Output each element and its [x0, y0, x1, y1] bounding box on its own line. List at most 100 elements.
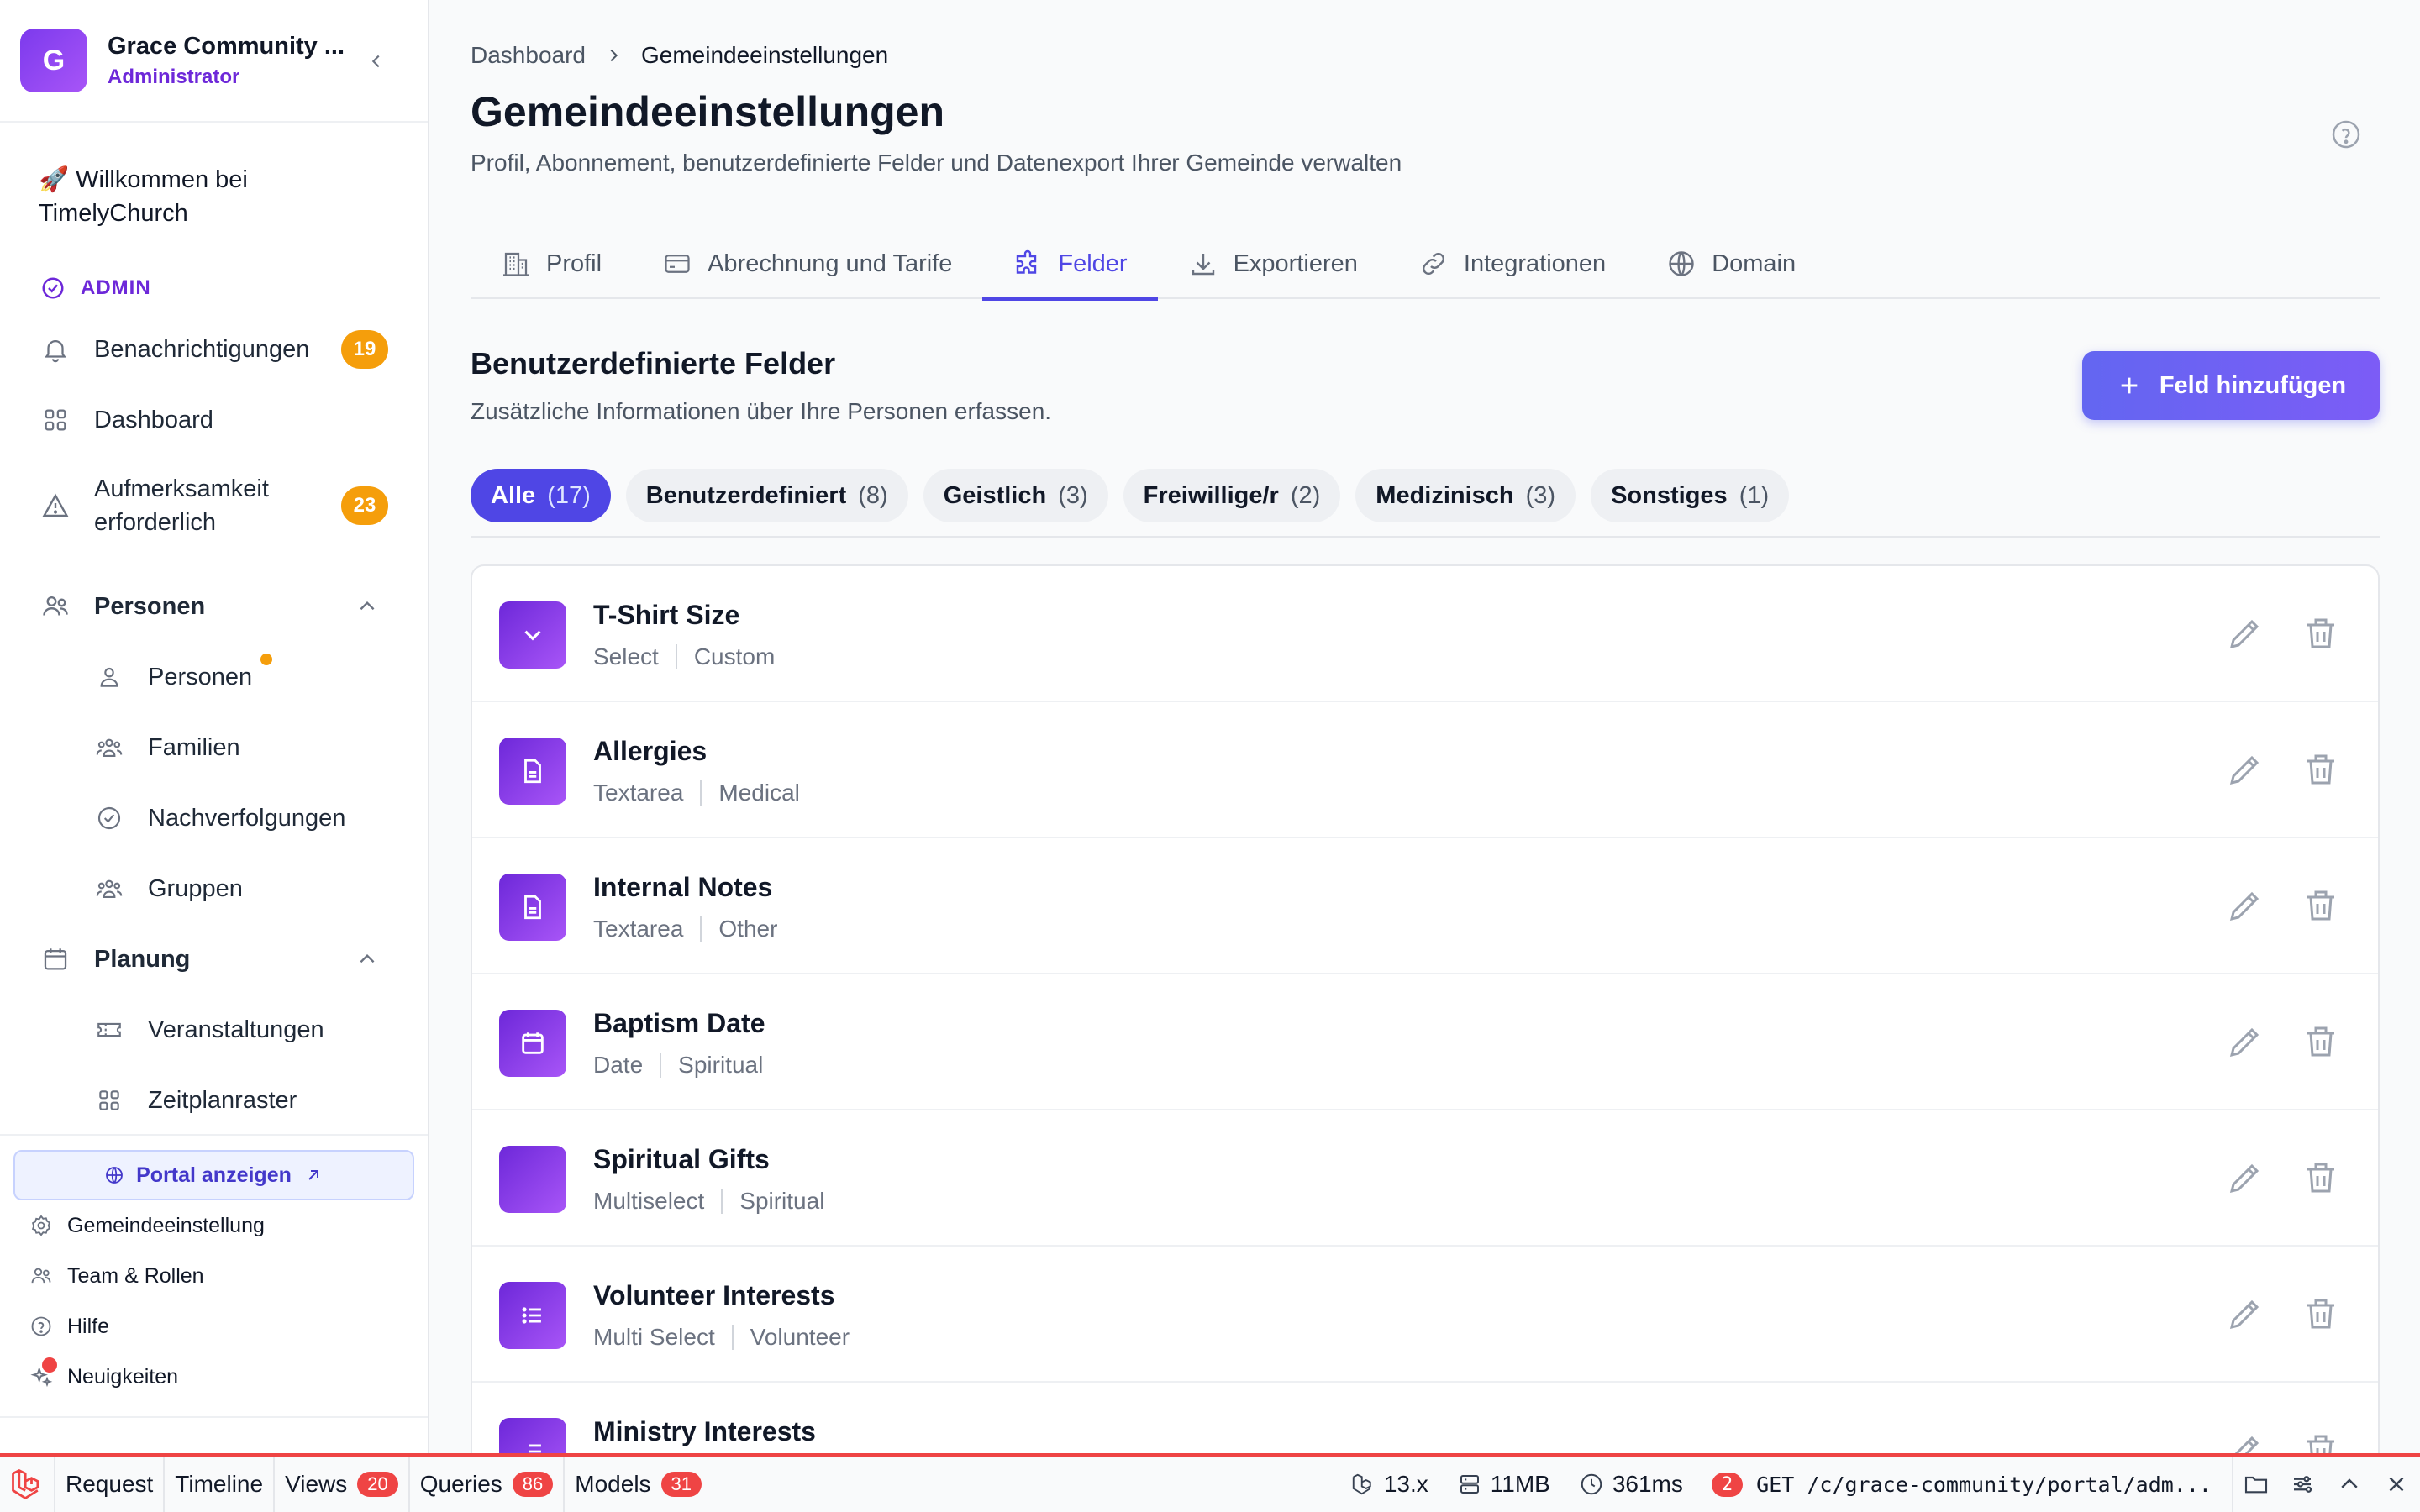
help-button[interactable]	[2329, 118, 2363, 155]
debug-tab-views[interactable]: Views 20	[275, 1457, 410, 1512]
delete-field-button[interactable]	[2301, 749, 2341, 794]
debug-maximize-button[interactable]	[2326, 1457, 2373, 1512]
field-name: Spiritual Gifts	[593, 1144, 770, 1174]
pencil-icon	[2229, 1299, 2260, 1330]
debug-request-selector[interactable]: 2 GET /c/grace-community/portal/adm...	[1711, 1472, 2212, 1497]
check-circle-icon	[97, 806, 121, 830]
filter-spiritual[interactable]: Geistlich (3)	[923, 469, 1108, 522]
sidebar-item-gruppen[interactable]: Gruppen	[92, 872, 243, 906]
laravel-icon	[1352, 1473, 1371, 1495]
delete-field-button[interactable]	[2301, 885, 2341, 930]
sidebar-item-team[interactable]: Team & Rollen	[29, 1263, 204, 1289]
unread-dot	[260, 654, 272, 665]
tab-profil[interactable]: Profil	[471, 228, 632, 299]
grid-icon	[99, 1090, 119, 1110]
table-row: Internal Notes Textarea Other	[472, 838, 2378, 974]
category-filters: Alle (17) Benutzerdefiniert (8) Geistlich(…	[471, 469, 2380, 538]
debug-tab-timeline[interactable]: Timeline	[165, 1457, 276, 1512]
tab-fields[interactable]: Felder	[982, 228, 1158, 301]
trash-icon	[2307, 1435, 2334, 1453]
filter-custom[interactable]: Benutzerdefiniert (8)	[625, 469, 908, 522]
sidebar-item-notifications[interactable]: Benachrichtigungen 19	[39, 330, 392, 369]
debug-version: 13.x	[1350, 1471, 1428, 1498]
list-icon	[522, 1307, 541, 1324]
field-type-badge	[499, 874, 566, 941]
building-icon	[503, 252, 529, 276]
field-type-badge	[499, 1418, 566, 1453]
help-icon	[31, 1316, 51, 1336]
filter-volunteer[interactable]: Freiwillige/r (2)	[1123, 469, 1341, 522]
credit-card-icon	[665, 255, 690, 273]
settings-tabs: Profil Abrechnung und Tarife Felder Expo…	[471, 228, 2380, 301]
sidebar-item-settings[interactable]: Gemeindeeinstellung	[29, 1213, 265, 1238]
edit-field-button[interactable]	[2225, 1021, 2265, 1066]
sidebar-item-zeitplanraster[interactable]: Zeitplanraster	[92, 1084, 297, 1117]
debug-settings-button[interactable]	[2279, 1457, 2326, 1512]
help-icon	[2332, 120, 2360, 149]
delete-field-button[interactable]	[2301, 1430, 2341, 1453]
trash-icon	[2307, 890, 2334, 921]
clock-icon	[1581, 1473, 1602, 1495]
sidebar-item-help[interactable]: Hilfe	[29, 1314, 109, 1339]
delete-field-button[interactable]	[2301, 613, 2341, 658]
sidebar-item-personen[interactable]: Personen	[92, 654, 272, 694]
delete-field-button[interactable]	[2301, 1021, 2341, 1066]
sidebar-group-planung[interactable]: Planung	[39, 942, 392, 976]
org-switcher[interactable]: G Grace Community ... Administrator	[20, 29, 407, 92]
tab-billing[interactable]: Abrechnung und Tarife	[632, 228, 982, 299]
check-circle-icon	[42, 277, 64, 299]
warning-icon	[42, 493, 69, 517]
view-portal-button[interactable]: Portal anzeigen	[13, 1150, 414, 1200]
pencil-icon	[2229, 619, 2260, 649]
edit-field-button[interactable]	[2225, 749, 2265, 794]
debug-close-button[interactable]	[2373, 1457, 2420, 1512]
sidebar-item-veranstaltungen[interactable]: Veranstaltungen	[92, 1013, 324, 1047]
delete-field-button[interactable]	[2301, 1294, 2341, 1338]
trash-icon	[2307, 1026, 2334, 1057]
debugbar-logo[interactable]	[0, 1457, 55, 1512]
page-subtitle: Profil, Abonnement, benutzerdefinierte F…	[471, 150, 1402, 176]
grid-icon	[45, 409, 66, 431]
sidebar-group-personen[interactable]: Personen	[39, 590, 392, 623]
sidebar-item-nachverfolgungen[interactable]: Nachverfolgungen	[92, 801, 345, 835]
chevron-up-icon	[2341, 1478, 2358, 1488]
debug-tab-request[interactable]: Request	[55, 1457, 166, 1512]
add-field-button[interactable]: Feld hinzufügen	[2082, 351, 2380, 420]
trash-icon	[2307, 1299, 2334, 1329]
sidebar-item-label: Aufmerksamkeit erforderlich	[94, 475, 269, 536]
edit-field-button[interactable]	[2225, 1158, 2265, 1202]
filter-all[interactable]: Alle (17)	[471, 469, 611, 522]
debug-tab-models[interactable]: Models 31	[565, 1457, 712, 1512]
edit-field-button[interactable]	[2225, 885, 2265, 930]
welcome-link[interactable]: 🚀 Willkommen bei TimelyChurch	[39, 163, 375, 230]
sidebar-item-label: Zeitplanraster	[148, 1086, 297, 1114]
sidebar-item-label: Familien	[148, 733, 240, 761]
debug-tab-queries[interactable]: Queries 86	[410, 1457, 566, 1512]
sidebar-item-attention[interactable]: Aufmerksamkeit erforderlich 23	[39, 472, 392, 539]
sliders-icon	[2294, 1476, 2312, 1493]
filter-other[interactable]: Sonstiges (1)	[1591, 469, 1790, 522]
sidebar-item-news[interactable]: Neuigkeiten	[29, 1357, 178, 1389]
sidebar-item-label: Dashboard	[94, 406, 213, 433]
pencil-icon	[2234, 1436, 2260, 1453]
field-type-badge	[499, 1282, 566, 1349]
delete-field-button[interactable]	[2301, 1158, 2341, 1202]
filter-medical[interactable]: Medizinisch (3)	[1355, 469, 1576, 522]
sidebar-item-familien[interactable]: Familien	[92, 731, 240, 764]
custom-fields-list: T-Shirt Size Select Custom Allergies Text…	[471, 564, 2380, 1453]
section-subtitle: Zusätzliche Informationen über Ihre Pers…	[471, 398, 1052, 424]
sidebar-item-dashboard[interactable]: Dashboard	[39, 403, 392, 437]
edit-field-button[interactable]	[2225, 1294, 2265, 1338]
tab-domain[interactable]: Domain	[1636, 228, 1826, 299]
breadcrumb-dashboard-link[interactable]: Dashboard	[471, 42, 586, 69]
field-meta: Select Custom	[593, 643, 776, 669]
user-icon	[100, 667, 118, 687]
tab-integrations[interactable]: Integrationen	[1388, 228, 1636, 299]
sidebar-item-label: Gruppen	[148, 874, 243, 902]
tab-export[interactable]: Exportieren	[1158, 228, 1388, 299]
edit-field-button[interactable]	[2225, 613, 2265, 658]
field-name: T-Shirt Size	[593, 600, 740, 630]
collapse-sidebar-button[interactable]	[361, 46, 392, 76]
debug-open-button[interactable]	[2232, 1457, 2279, 1512]
edit-field-button[interactable]	[2225, 1430, 2265, 1453]
